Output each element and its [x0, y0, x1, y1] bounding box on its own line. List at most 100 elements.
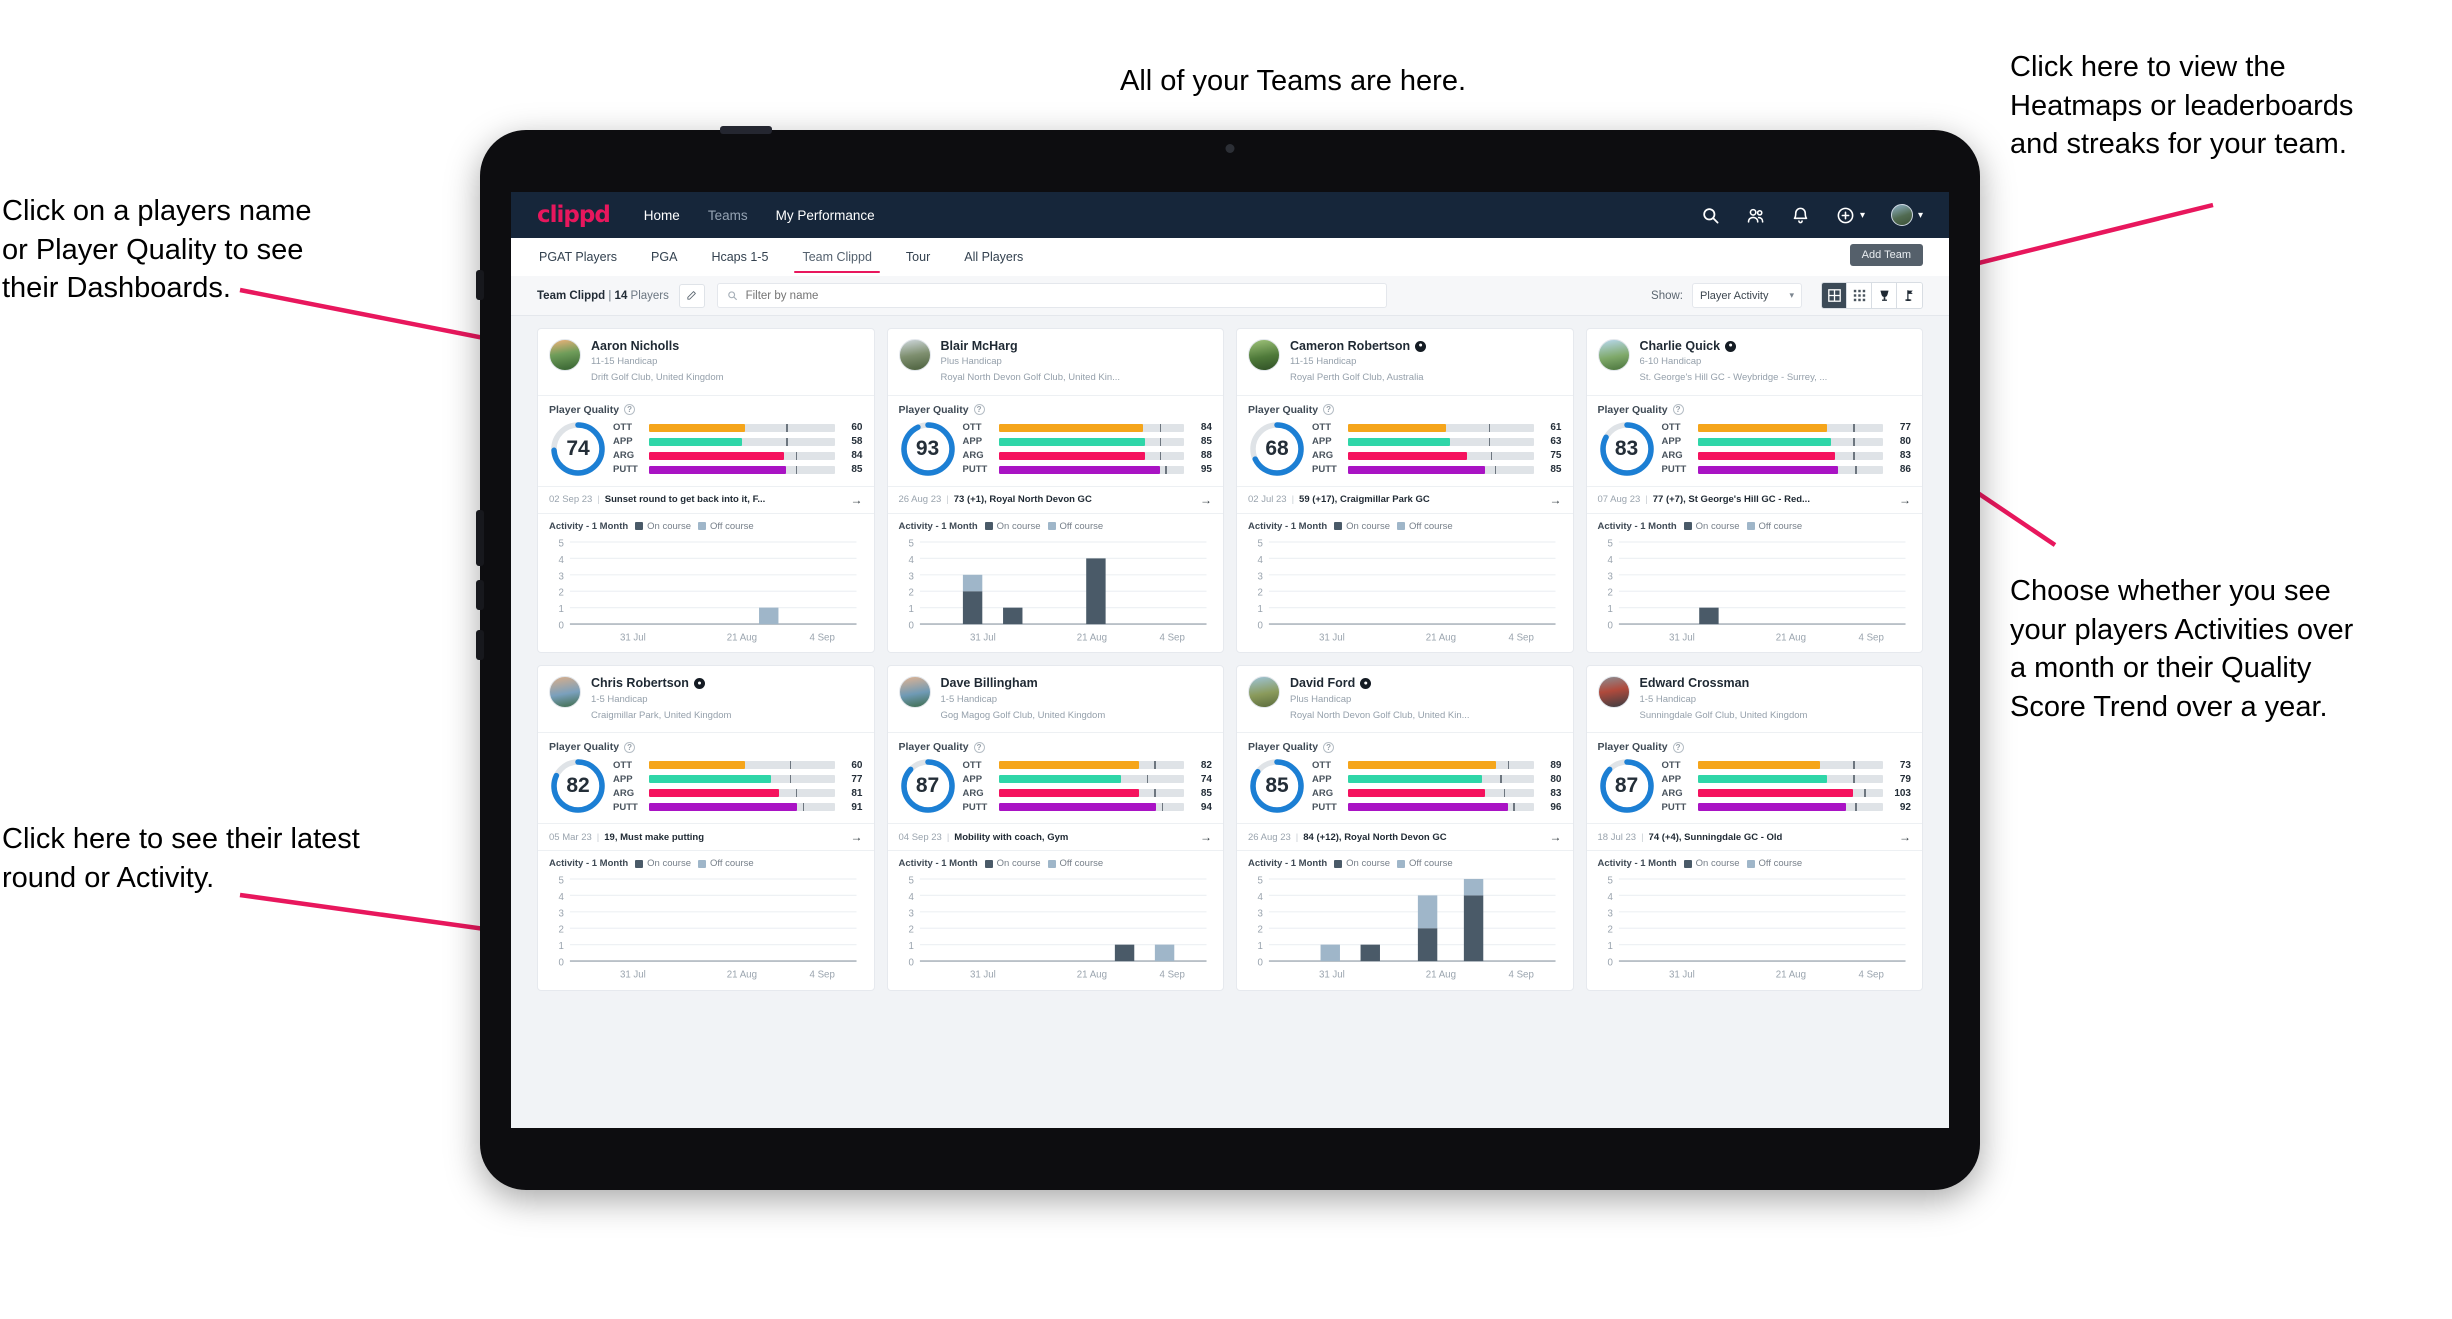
- player-quality-body[interactable]: 93 OTT 84 APP 85 ARG 88 PUTT 95: [888, 420, 1224, 486]
- player-quality-body[interactable]: 82 OTT 60 APP 77 ARG 81 PUTT 91: [538, 757, 874, 823]
- help-icon[interactable]: ?: [624, 404, 636, 416]
- bell-icon[interactable]: [1791, 206, 1810, 225]
- player-card[interactable]: Aaron Nicholls 11-15 Handicap Drift Golf…: [537, 328, 875, 654]
- player-card[interactable]: Edward Crossman 1-5 Handicap Sunningdale…: [1585, 665, 1923, 991]
- arrow-right-icon[interactable]: →: [1200, 830, 1212, 844]
- latest-activity-row[interactable]: 04 Sep 23 | Mobility with coach, Gym →: [887, 823, 1223, 852]
- add-team-button[interactable]: Add Team: [1849, 244, 1923, 266]
- player-quality-body[interactable]: 87 OTT 82 APP 74 ARG 85 PUTT 94: [888, 757, 1224, 823]
- arrow-right-icon[interactable]: →: [1550, 830, 1562, 844]
- player-header[interactable]: Aaron Nicholls 11-15 Handicap Drift Golf…: [538, 329, 874, 395]
- arrow-right-icon[interactable]: →: [1899, 493, 1911, 507]
- clippd-logo[interactable]: clippd: [537, 202, 611, 228]
- player-name[interactable]: Cameron Robertson ●: [1290, 339, 1427, 353]
- player-quality-body[interactable]: 83 OTT 77 APP 80 ARG 83 PUTT 86: [1587, 420, 1923, 486]
- player-quality-label: Player Quality: [1597, 741, 1668, 754]
- legend-on-course: On course: [1334, 858, 1390, 869]
- heatmap-view-button[interactable]: [1872, 283, 1897, 308]
- help-icon[interactable]: ?: [973, 404, 985, 416]
- latest-activity-row[interactable]: 02 Sep 23 | Sunset round to get back int…: [538, 485, 874, 514]
- player-header[interactable]: Dave Billingham 1-5 Handicap Gog Magog G…: [888, 666, 1224, 732]
- quality-score-ring[interactable]: 87: [899, 757, 957, 815]
- tab-team-clippd[interactable]: Team Clippd: [794, 241, 881, 273]
- player-card[interactable]: Blair McHarg Plus Handicap Royal North D…: [886, 328, 1224, 654]
- add-menu[interactable]: ▾: [1836, 206, 1865, 225]
- tab-tour[interactable]: Tour: [904, 241, 932, 273]
- latest-activity-row[interactable]: 18 Jul 23 | 74 (+4), Sunningdale GC - Ol…: [1586, 823, 1922, 852]
- player-name[interactable]: David Ford ●: [1290, 676, 1470, 690]
- nav-link-my-performance[interactable]: My Performance: [776, 208, 875, 223]
- player-card[interactable]: Chris Robertson ● 1-5 Handicap Craigmill…: [537, 665, 875, 991]
- player-name[interactable]: Dave Billingham: [941, 676, 1106, 690]
- tab-pgat-players[interactable]: PGAT Players: [537, 241, 619, 273]
- latest-activity-row[interactable]: 05 Mar 23 | 19, Must make putting →: [538, 823, 874, 852]
- player-name[interactable]: Blair McHarg: [941, 339, 1121, 353]
- player-header[interactable]: Cameron Robertson ● 11-15 Handicap Royal…: [1237, 329, 1573, 395]
- player-quality-body[interactable]: 85 OTT 89 APP 80 ARG 83 PUTT 96: [1237, 757, 1573, 823]
- user-menu[interactable]: ▾: [1890, 204, 1923, 226]
- metric-value: 81: [851, 787, 863, 799]
- help-icon[interactable]: ?: [1323, 404, 1335, 416]
- metric-bar: [1697, 465, 1883, 474]
- search-field-wrapper[interactable]: [716, 283, 1387, 308]
- player-header[interactable]: Edward Crossman 1-5 Handicap Sunningdale…: [1587, 666, 1923, 732]
- search-input[interactable]: [745, 289, 1377, 302]
- edit-team-button[interactable]: [678, 283, 705, 308]
- latest-activity-row[interactable]: 07 Aug 23 | 77 (+7), St George's Hill GC…: [1586, 485, 1922, 514]
- grid-large-view-button[interactable]: [1822, 283, 1847, 308]
- player-quality-body[interactable]: 68 OTT 61 APP 63 ARG 75 PUTT 85: [1237, 420, 1573, 486]
- arrow-right-icon[interactable]: →: [1899, 830, 1911, 844]
- tab-hcaps-1-5[interactable]: Hcaps 1-5: [709, 241, 770, 273]
- show-select[interactable]: Player Activity ▾: [1692, 283, 1802, 308]
- activity-chart: 0 1 2 3 4 5 31 Jul 21 Aug 4 Sep: [559, 538, 857, 643]
- player-header[interactable]: David Ford ● Plus Handicap Royal North D…: [1237, 666, 1573, 732]
- help-icon[interactable]: ?: [1323, 741, 1335, 753]
- quality-score-ring[interactable]: 93: [899, 420, 957, 478]
- svg-text:4: 4: [1258, 892, 1264, 903]
- grid-large-icon: [1827, 289, 1841, 302]
- player-quality-body[interactable]: 74 OTT 60 APP 58 ARG 84 PUTT 85: [538, 420, 874, 486]
- grid-small-view-button[interactable]: [1847, 283, 1872, 308]
- player-name[interactable]: Aaron Nicholls: [591, 339, 724, 353]
- nav-link-home[interactable]: Home: [644, 208, 680, 223]
- player-header[interactable]: Charlie Quick ● 6-10 Handicap St. George…: [1587, 329, 1923, 395]
- arrow-right-icon[interactable]: →: [1550, 493, 1562, 507]
- tab-pga[interactable]: PGA: [649, 241, 679, 273]
- player-name[interactable]: Chris Robertson ●: [591, 676, 731, 690]
- player-quality-body[interactable]: 87 OTT 73 APP 79 ARG 103 PUTT 92: [1587, 757, 1923, 823]
- latest-activity-row[interactable]: 02 Jul 23 | 59 (+17), Craigmillar Park G…: [1237, 485, 1573, 514]
- plus-circle-icon[interactable]: [1836, 206, 1855, 225]
- svg-text:21 Aug: 21 Aug: [1076, 632, 1106, 643]
- tab-all-players[interactable]: All Players: [962, 241, 1025, 273]
- nav-link-teams[interactable]: Teams: [708, 208, 748, 223]
- help-icon[interactable]: ?: [1672, 741, 1684, 753]
- latest-activity-row[interactable]: 26 Aug 23 | 84 (+12), Royal North Devon …: [1237, 823, 1573, 852]
- latest-activity-row[interactable]: 26 Aug 23 | 73 (+1), Royal North Devon G…: [887, 485, 1223, 514]
- quality-score-ring[interactable]: 74: [549, 420, 607, 478]
- metric-label: ARG: [613, 450, 635, 462]
- player-name[interactable]: Edward Crossman: [1640, 676, 1808, 690]
- quality-score-ring[interactable]: 82: [549, 757, 607, 815]
- search-icon[interactable]: [1701, 206, 1720, 225]
- leaderboard-view-button[interactable]: [1897, 283, 1922, 308]
- player-card[interactable]: Charlie Quick ● 6-10 Handicap St. George…: [1585, 328, 1923, 654]
- svg-text:5: 5: [1258, 876, 1263, 887]
- player-header[interactable]: Chris Robertson ● 1-5 Handicap Craigmill…: [538, 666, 874, 732]
- quality-score-ring[interactable]: 87: [1598, 757, 1656, 815]
- help-icon[interactable]: ?: [1672, 404, 1684, 416]
- quality-score-ring[interactable]: 83: [1598, 420, 1656, 478]
- arrow-right-icon[interactable]: →: [851, 830, 863, 844]
- player-header[interactable]: Blair McHarg Plus Handicap Royal North D…: [888, 329, 1224, 395]
- player-card[interactable]: David Ford ● Plus Handicap Royal North D…: [1236, 665, 1574, 991]
- help-icon[interactable]: ?: [624, 741, 636, 753]
- arrow-right-icon[interactable]: →: [851, 493, 863, 507]
- help-icon[interactable]: ?: [973, 741, 985, 753]
- quality-score-ring[interactable]: 85: [1248, 757, 1306, 815]
- player-card[interactable]: Cameron Robertson ● 11-15 Handicap Royal…: [1236, 328, 1574, 654]
- arrow-right-icon[interactable]: →: [1200, 493, 1212, 507]
- people-icon[interactable]: [1746, 206, 1765, 225]
- quality-score-ring[interactable]: 68: [1248, 420, 1306, 478]
- player-card[interactable]: Dave Billingham 1-5 Handicap Gog Magog G…: [886, 665, 1224, 991]
- legend-swatch-off: [1047, 522, 1056, 531]
- player-name[interactable]: Charlie Quick ●: [1640, 339, 1828, 353]
